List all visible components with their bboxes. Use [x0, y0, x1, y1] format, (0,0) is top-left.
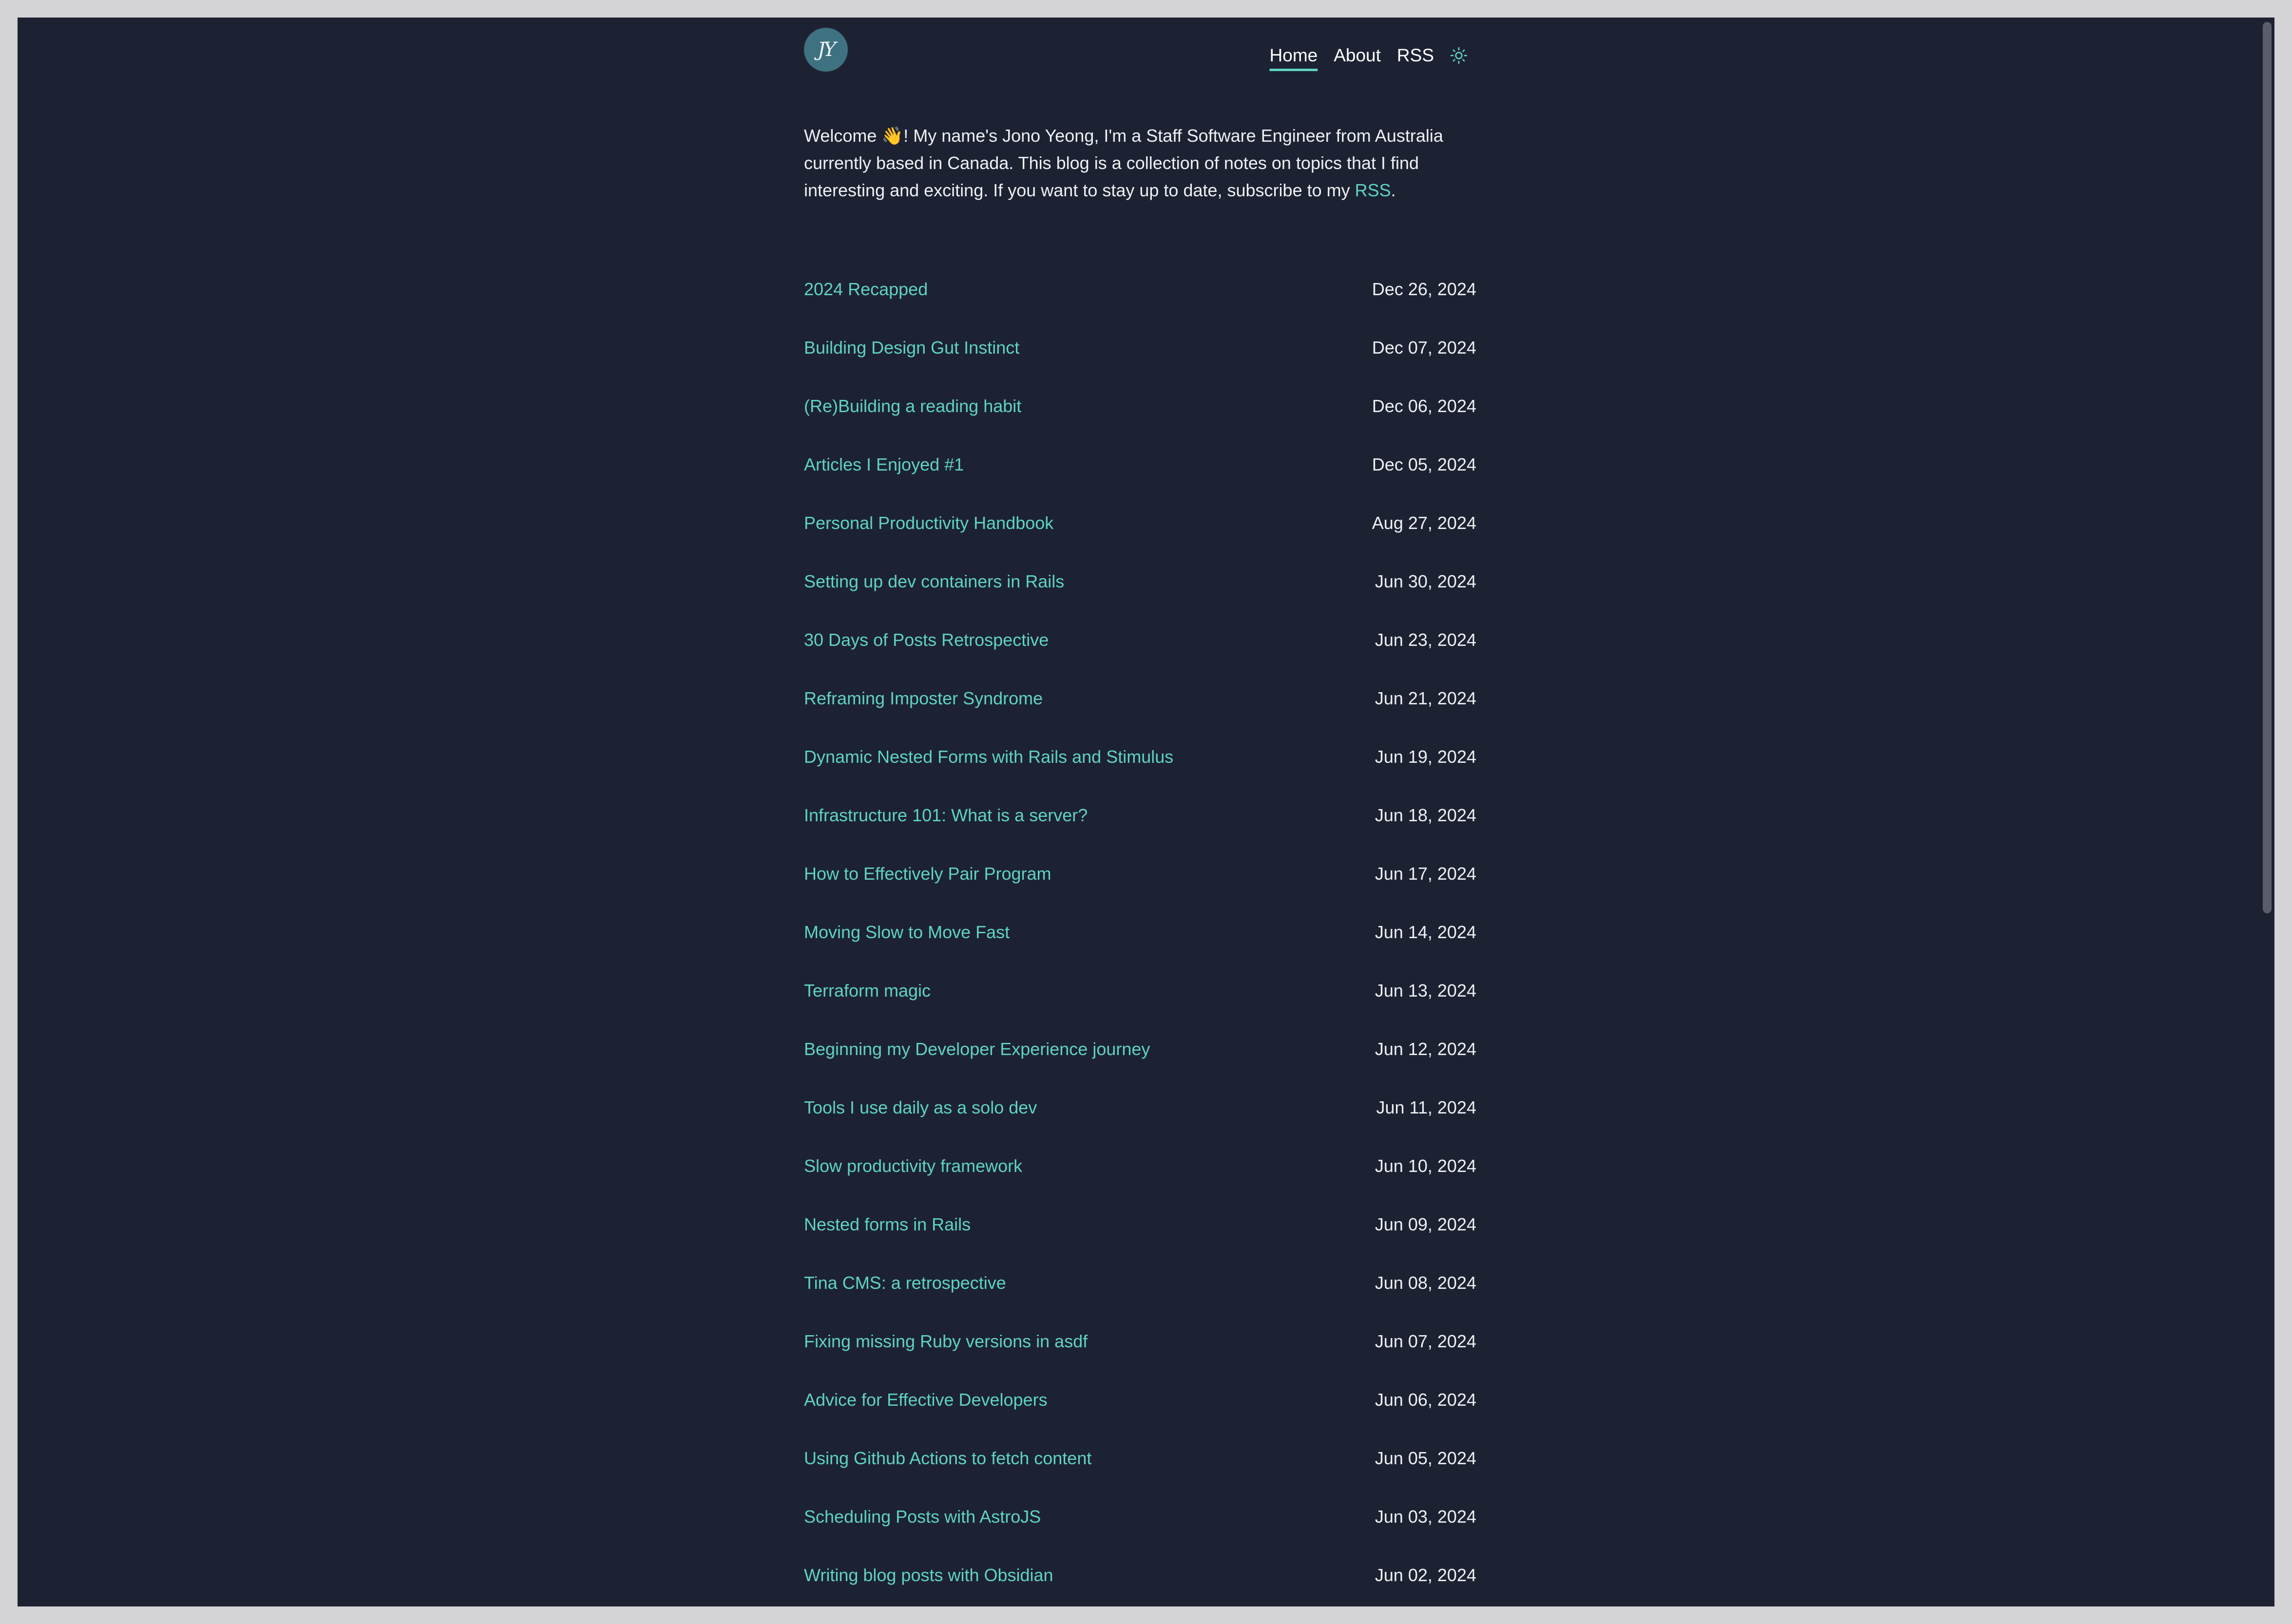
post-title-link[interactable]: Articles I Enjoyed #1 [804, 454, 964, 475]
post-title-link[interactable]: (Re)Building a reading habit [804, 396, 1021, 416]
post-list-item: (Re)Building a reading habit Dec 06, 2024 [804, 377, 1476, 435]
post-list-item: Making my notes look pretty with a prett… [804, 1605, 1476, 1606]
post-list: 2024 Recapped Dec 26, 2024 Building Design… [804, 260, 1476, 1606]
intro-rss-link[interactable]: RSS [1355, 180, 1391, 200]
post-title-link[interactable]: How to Effectively Pair Program [804, 864, 1051, 884]
post-date: Dec 06, 2024 [1372, 396, 1476, 416]
post-title-link[interactable]: Personal Productivity Handbook [804, 513, 1053, 533]
post-date: Jun 07, 2024 [1375, 1331, 1476, 1351]
post-date: Jun 23, 2024 [1375, 630, 1476, 650]
post-date: Jun 11, 2024 [1376, 1097, 1476, 1117]
browser-viewport: JY Home About RSS Welcome 👋! My name's J… [18, 18, 2274, 1606]
scrollbar-thumb[interactable] [2263, 22, 2272, 913]
post-date: Jun 19, 2024 [1375, 747, 1476, 767]
post-title-link[interactable]: Using Github Actions to fetch content [804, 1448, 1091, 1469]
post-title-link[interactable]: Nested forms in Rails [804, 1214, 971, 1235]
post-title-link[interactable]: Moving Slow to Move Fast [804, 922, 1010, 943]
post-date: Jun 08, 2024 [1375, 1273, 1476, 1293]
logo-text: JY [817, 38, 837, 61]
post-title-link[interactable]: Scheduling Posts with AstroJS [804, 1507, 1041, 1527]
post-list-item: 2024 Recapped Dec 26, 2024 [804, 260, 1476, 319]
post-list-item: Infrastructure 101: What is a server? Jun… [804, 786, 1476, 845]
post-date: Jun 18, 2024 [1375, 805, 1476, 825]
nav-about-link[interactable]: About [1334, 45, 1381, 66]
intro-text-end: . [1391, 180, 1396, 200]
post-date: Dec 07, 2024 [1372, 338, 1476, 358]
post-list-item: Slow productivity framework Jun 10, 2024 [804, 1137, 1476, 1195]
post-date: Jun 03, 2024 [1375, 1507, 1476, 1527]
post-title-link[interactable]: Advice for Effective Developers [804, 1390, 1048, 1410]
post-list-item: 30 Days of Posts Retrospective Jun 23, 20… [804, 611, 1476, 669]
post-title-link[interactable]: Beginning my Developer Experience journe… [804, 1039, 1150, 1059]
post-list-item: Fixing missing Ruby versions in asdf Jun … [804, 1312, 1476, 1371]
intro-text: Welcome 👋! My name's Jono Yeong, I'm a S… [804, 126, 1443, 200]
post-title-link[interactable]: Fixing missing Ruby versions in asdf [804, 1331, 1088, 1352]
post-date: Jun 21, 2024 [1375, 688, 1476, 708]
sun-icon[interactable] [1450, 47, 1468, 64]
main-nav: Home About RSS [1270, 45, 1468, 66]
post-list-item: Beginning my Developer Experience journe… [804, 1020, 1476, 1078]
post-title-link[interactable]: Infrastructure 101: What is a server? [804, 805, 1088, 826]
post-list-item: Personal Productivity Handbook Aug 27, 20… [804, 494, 1476, 552]
post-list-item: Using Github Actions to fetch content Jun… [804, 1429, 1476, 1488]
post-list-item: Tina CMS: a retrospective Jun 08, 2024 [804, 1254, 1476, 1312]
post-list-item: Tools I use daily as a solo dev Jun 11, 2… [804, 1078, 1476, 1137]
vertical-scrollbar[interactable] [2257, 18, 2274, 1606]
post-title-link[interactable]: 2024 Recapped [804, 279, 928, 300]
post-title-link[interactable]: Tools I use daily as a solo dev [804, 1097, 1037, 1118]
post-list-item: Terraform magic Jun 13, 2024 [804, 962, 1476, 1020]
post-list-item: Moving Slow to Move Fast Jun 14, 2024 [804, 903, 1476, 962]
post-list-item: Reframing Imposter Syndrome Jun 21, 2024 [804, 669, 1476, 728]
post-list-item: Nested forms in Rails Jun 09, 2024 [804, 1195, 1476, 1254]
post-title-link[interactable]: Terraform magic [804, 981, 931, 1001]
post-date: Dec 26, 2024 [1372, 279, 1476, 299]
intro-paragraph: Welcome 👋! My name's Jono Yeong, I'm a S… [804, 122, 1476, 204]
post-title-link[interactable]: Slow productivity framework [804, 1156, 1022, 1176]
site-logo[interactable]: JY [804, 28, 848, 72]
post-title-link[interactable]: Building Design Gut Instinct [804, 338, 1019, 358]
post-date: Aug 27, 2024 [1372, 513, 1476, 533]
post-list-item: Building Design Gut Instinct Dec 07, 2024 [804, 319, 1476, 377]
post-title-link[interactable]: Writing blog posts with Obsidian [804, 1565, 1053, 1586]
post-date: Jun 12, 2024 [1375, 1039, 1476, 1059]
nav-rss-link[interactable]: RSS [1397, 45, 1434, 66]
nav-home-link[interactable]: Home [1270, 45, 1318, 66]
post-date: Jun 17, 2024 [1375, 864, 1476, 884]
post-date: Jun 02, 2024 [1375, 1565, 1476, 1585]
post-date: Jun 05, 2024 [1375, 1448, 1476, 1468]
post-title-link[interactable]: Setting up dev containers in Rails [804, 571, 1064, 592]
post-list-item: Articles I Enjoyed #1 Dec 05, 2024 [804, 435, 1476, 494]
post-list-item: Writing blog posts with Obsidian Jun 02, … [804, 1546, 1476, 1605]
page-content: JY Home About RSS Welcome 👋! My name's J… [804, 18, 1476, 1606]
post-title-link[interactable]: Reframing Imposter Syndrome [804, 688, 1043, 709]
post-title-link[interactable]: Dynamic Nested Forms with Rails and Stim… [804, 747, 1173, 767]
post-list-item: How to Effectively Pair Program Jun 17, 2… [804, 845, 1476, 903]
post-date: Jun 30, 2024 [1375, 571, 1476, 591]
post-list-item: Setting up dev containers in Rails Jun 30… [804, 552, 1476, 611]
post-date: Dec 05, 2024 [1372, 454, 1476, 474]
post-date: Jun 09, 2024 [1375, 1214, 1476, 1234]
post-list-item: Advice for Effective Developers Jun 06, 2… [804, 1371, 1476, 1429]
post-date: Jun 10, 2024 [1375, 1156, 1476, 1176]
post-date: Jun 14, 2024 [1375, 922, 1476, 942]
post-list-item: Scheduling Posts with AstroJS Jun 03, 202… [804, 1488, 1476, 1546]
post-title-link[interactable]: Tina CMS: a retrospective [804, 1273, 1006, 1293]
site-header: JY Home About RSS [804, 18, 1476, 91]
post-date: Jun 13, 2024 [1375, 981, 1476, 1001]
post-date: Jun 06, 2024 [1375, 1390, 1476, 1410]
post-list-item: Dynamic Nested Forms with Rails and Stim… [804, 728, 1476, 786]
post-title-link[interactable]: 30 Days of Posts Retrospective [804, 630, 1049, 650]
